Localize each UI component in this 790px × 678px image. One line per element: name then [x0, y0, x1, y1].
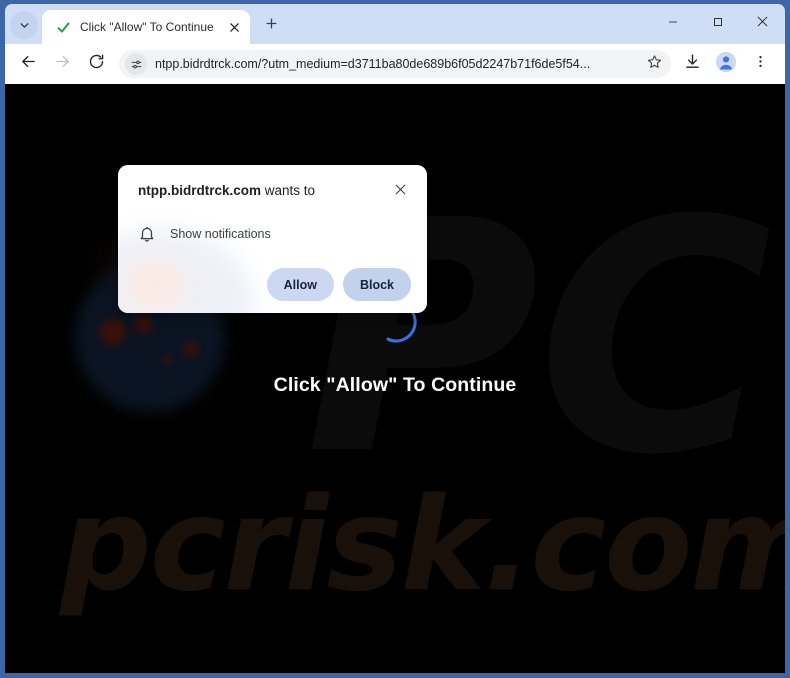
window-minimize-button[interactable]: [650, 5, 695, 43]
block-button[interactable]: Block: [342, 268, 411, 301]
chevron-down-icon: [18, 19, 31, 32]
profile-button[interactable]: [711, 49, 741, 79]
plus-icon: [265, 17, 278, 35]
notification-permission-dialog: ntpp.bidrdtrck.com wants to Show notific…: [118, 165, 427, 313]
dialog-title: ntpp.bidrdtrck.com wants to: [138, 181, 383, 200]
new-tab-button[interactable]: [257, 12, 285, 40]
close-icon: [756, 15, 769, 33]
browser-tab[interactable]: Click "Allow" To Continue: [42, 10, 250, 44]
arrow-left-icon: [20, 53, 37, 75]
reload-icon: [88, 53, 105, 75]
bookmark-button[interactable]: [641, 51, 667, 77]
bell-icon: [138, 225, 156, 243]
tab-search-button[interactable]: [10, 11, 38, 39]
dialog-title-suffix: wants to: [261, 183, 316, 198]
browser-window: Click "Allow" To Continue ntpp.bidrdtrck…: [0, 0, 790, 678]
downloads-button[interactable]: [677, 49, 707, 79]
green-check-icon: [55, 19, 71, 35]
arrow-right-icon: [54, 53, 71, 75]
address-bar[interactable]: ntpp.bidrdtrck.com/?utm_medium=d3711ba80…: [119, 50, 671, 78]
minimize-icon: [667, 15, 679, 33]
url-text[interactable]: ntpp.bidrdtrck.com/?utm_medium=d3711ba80…: [155, 57, 641, 71]
close-icon: [394, 183, 407, 201]
browser-menu-button[interactable]: [745, 49, 775, 79]
window-controls: [650, 4, 785, 44]
page-content: PC pcrisk.com Click "Allow" To Continue: [5, 84, 785, 673]
dialog-close-button[interactable]: [389, 181, 411, 203]
window-close-button[interactable]: [740, 5, 785, 43]
watermark-domain: pcrisk.com: [60, 471, 785, 620]
allow-button[interactable]: Allow: [266, 268, 334, 301]
tune-icon[interactable]: [125, 53, 147, 75]
window-maximize-button[interactable]: [695, 5, 740, 43]
account-avatar-icon: [715, 51, 737, 78]
reload-button[interactable]: [81, 49, 111, 79]
maximize-icon: [712, 15, 724, 33]
forward-button[interactable]: [47, 49, 77, 79]
permission-row: Show notifications: [138, 225, 411, 243]
tab-title: Click "Allow" To Continue: [80, 20, 214, 34]
download-icon: [684, 53, 701, 75]
dialog-header: ntpp.bidrdtrck.com wants to: [138, 181, 411, 203]
back-button[interactable]: [13, 49, 43, 79]
browser-toolbar: ntpp.bidrdtrck.com/?utm_medium=d3711ba80…: [5, 44, 785, 84]
permission-label: Show notifications: [170, 227, 271, 241]
page-headline: Click "Allow" To Continue: [273, 374, 517, 396]
dialog-actions: Allow Block: [138, 268, 411, 301]
tab-close-button[interactable]: [224, 17, 244, 37]
tab-strip: Click "Allow" To Continue: [5, 4, 785, 44]
three-dot-menu-icon: [753, 54, 768, 74]
dialog-origin: ntpp.bidrdtrck.com: [138, 183, 262, 198]
star-icon: [647, 54, 662, 74]
